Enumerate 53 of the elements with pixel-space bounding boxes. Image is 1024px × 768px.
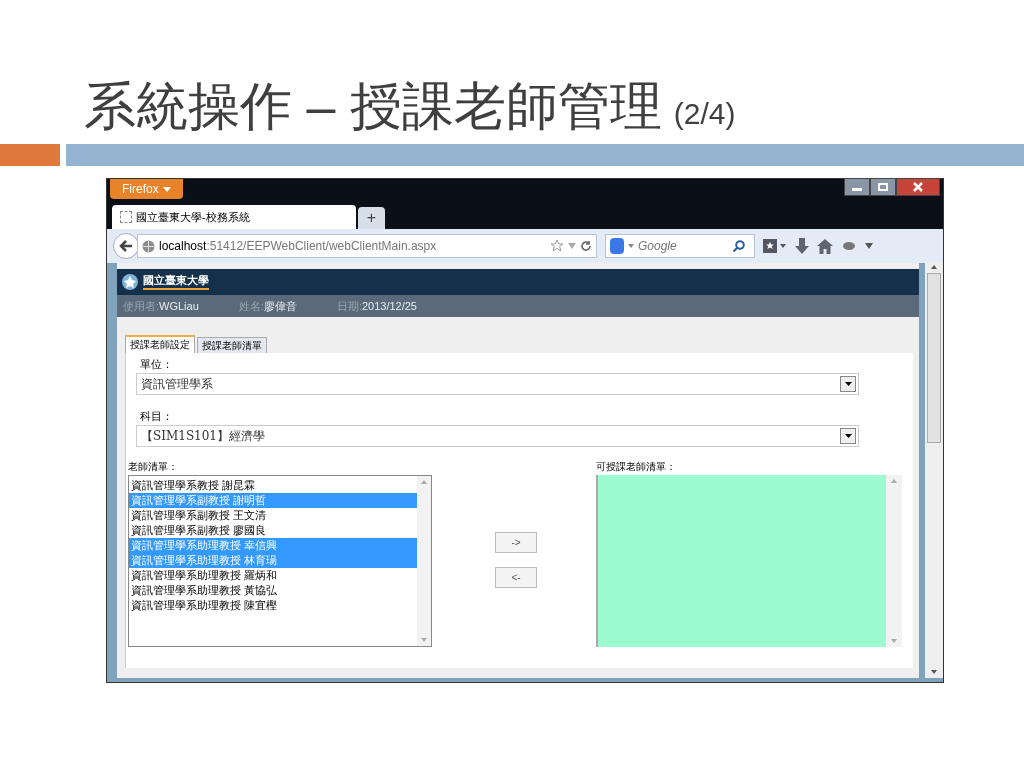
- back-arrow-icon: [119, 240, 133, 252]
- minimize-button[interactable]: [844, 178, 870, 196]
- dropdown-field[interactable]: 【SIM1S101】經濟學: [136, 425, 860, 447]
- addon-icon[interactable]: [841, 240, 857, 252]
- slide-page-number: (2/4): [673, 96, 736, 132]
- scroll-down-icon[interactable]: [931, 670, 937, 674]
- teacher-list-item[interactable]: 資訊管理學系助理教授 陳宜樫: [129, 598, 417, 613]
- page-scrollbar[interactable]: [925, 261, 943, 678]
- menu-arrow-icon[interactable]: [865, 243, 873, 249]
- field-label: 單位：: [139, 357, 174, 373]
- browser-tab[interactable]: 國立臺東大學-校務系統: [112, 205, 356, 229]
- tab-title: 國立臺東大學-校務系統: [136, 209, 250, 225]
- form-tab[interactable]: 授課老師清單: [197, 337, 267, 353]
- address-bar[interactable]: localhost:51412/EEPWebClient/webClientMain.aspx: [137, 234, 597, 258]
- available-list-label: 可授課老師清單：: [596, 460, 677, 474]
- move-button[interactable]: <-: [495, 567, 537, 588]
- url-text: localhost:51412/EEPWebClient/webClientMain.aspx: [159, 238, 437, 255]
- user-info-text: 日期:2013/12/25: [336, 298, 417, 314]
- search-engine-icon[interactable]: [610, 238, 624, 254]
- dropdown-field[interactable]: 資訊管理學系: [136, 373, 860, 395]
- form-tab[interactable]: 授課老師設定: [125, 335, 195, 353]
- star-icon[interactable]: [550, 239, 564, 253]
- slide-title: 系統操作 – 授課老師管理: [84, 76, 662, 136]
- teacher-list-item[interactable]: 資訊管理學系助理教授 黃協弘: [129, 583, 417, 598]
- close-button[interactable]: [896, 178, 940, 196]
- field-label: 科目：: [139, 409, 174, 425]
- reload-icon[interactable]: [580, 240, 592, 252]
- teacher-list-item[interactable]: 資訊管理學系副教授 廖國良: [129, 523, 417, 538]
- user-info-text: 姓名:廖偉音: [238, 298, 297, 314]
- teacher-list-item[interactable]: 資訊管理學系助理教授 羅炳和: [129, 568, 417, 583]
- page-icon: [120, 211, 132, 223]
- scroll-thumb[interactable]: [927, 273, 941, 443]
- teacher-list-item[interactable]: 資訊管理學系副教授 王文清: [129, 508, 417, 523]
- search-field[interactable]: Google: [605, 234, 755, 258]
- teacher-list[interactable]: 資訊管理學系教授 謝昆霖 資訊管理學系副教授 謝明哲 資訊管理學系副教授 王文清 資訊管理學系副教授 廖國良 資訊管理學系助理教授 幸信興 資訊管理學系助理教授 林育瑒 資訊管理學系助理教授 羅炳和 資訊管理學系助理教授 黃協弘 資訊管理學系助理教授 陳宜樫: [128, 475, 432, 647]
- move-button[interactable]: ->: [495, 532, 537, 553]
- home-icon[interactable]: [817, 238, 833, 254]
- search-input[interactable]: Google: [638, 237, 728, 255]
- download-icon[interactable]: [795, 238, 809, 254]
- back-button[interactable]: [113, 233, 139, 259]
- close-icon: [913, 182, 923, 192]
- teacher-list-label: 老師清單：: [128, 460, 179, 474]
- logo-text: 國立臺東大學: [143, 274, 209, 290]
- bookmarks-icon[interactable]: [763, 239, 787, 253]
- new-tab-button[interactable]: +: [358, 207, 385, 229]
- maximize-button[interactable]: [870, 178, 896, 196]
- accent-bar: [0, 144, 60, 166]
- emblem-icon: [121, 273, 139, 291]
- search-icon[interactable]: [732, 239, 745, 253]
- scroll-up-icon[interactable]: [931, 265, 937, 269]
- teacher-list-item[interactable]: 資訊管理學系教授 謝昆霖: [129, 478, 417, 493]
- caret-icon: [162, 186, 171, 192]
- globe-icon: [142, 239, 155, 253]
